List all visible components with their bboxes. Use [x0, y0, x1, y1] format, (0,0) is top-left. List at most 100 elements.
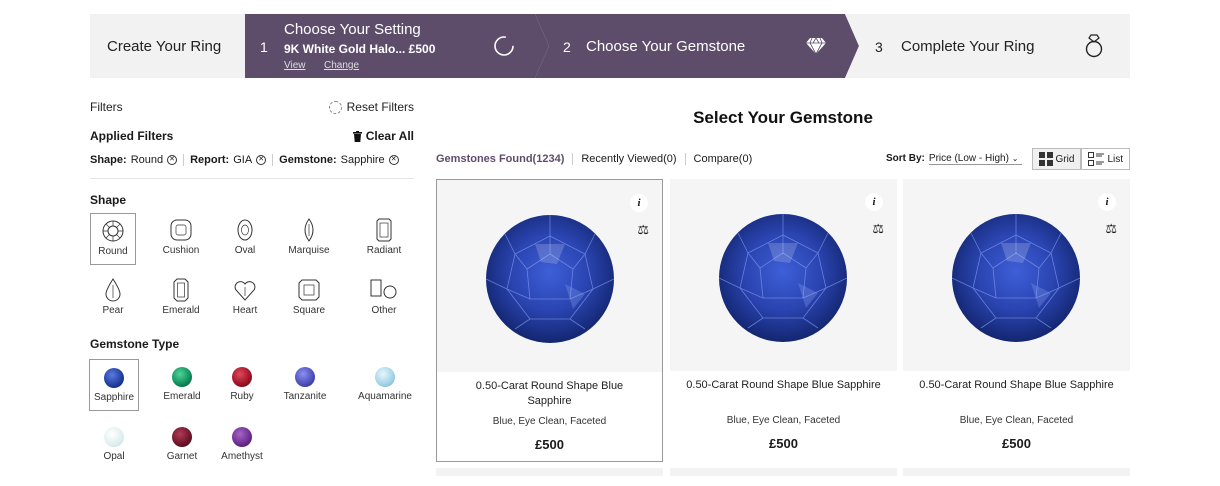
- step-title: Complete Your Ring: [901, 38, 1035, 55]
- gemstone-type-options: Sapphire Emerald Ruby Tanzanite Aquamari…: [89, 359, 416, 479]
- step-title: Choose Your Setting: [284, 21, 421, 38]
- remove-chip-icon[interactable]: ✕: [256, 155, 267, 165]
- shape-option-square[interactable]: Square: [286, 273, 332, 325]
- shape-option-marquise[interactable]: Marquise: [286, 213, 332, 265]
- reset-icon: [328, 100, 342, 114]
- cushion-shape-icon: [170, 219, 192, 241]
- tab-recently-viewed[interactable]: Recently Viewed(0): [572, 153, 684, 165]
- gemstone-title: 0.50-Carat Round Shape Blue Sapphire: [686, 379, 881, 391]
- results-tabs: Gemstones Found(1234) Recently Viewed(0)…: [436, 153, 760, 165]
- gem-label: Garnet: [166, 451, 198, 462]
- sort-label: Sort By:: [886, 153, 925, 164]
- sapphire-gem-image: [951, 214, 1081, 342]
- gem-option-tanzanite[interactable]: Tanzanite: [279, 359, 331, 411]
- step-choose-setting[interactable]: 1 Choose Your Setting 9K White Gold Halo…: [245, 14, 549, 78]
- step-number: 1: [260, 39, 268, 55]
- shape-label: Other: [371, 305, 397, 316]
- filter-chip-report: Report: GIA ✕: [190, 154, 274, 166]
- gemstone-description: Blue, Eye Clean, Faceted: [492, 416, 607, 427]
- list-view-button[interactable]: List: [1081, 148, 1130, 170]
- step-create-ring: Create Your Ring: [90, 14, 245, 78]
- amethyst-swatch-icon: [232, 427, 252, 447]
- step-create-label: Create Your Ring: [107, 37, 222, 55]
- clear-all-button[interactable]: Clear All: [352, 129, 414, 143]
- shape-option-pear[interactable]: Pear: [90, 273, 136, 325]
- gemstone-image-area: i ⚖: [903, 179, 1130, 371]
- tab-gemstones-found[interactable]: Gemstones Found(1234): [436, 153, 572, 165]
- oval-shape-icon: [237, 219, 253, 241]
- info-icon[interactable]: i: [1098, 193, 1116, 211]
- ring-icon: [1085, 34, 1103, 58]
- opal-swatch-icon: [104, 427, 124, 447]
- next-row-card-peek: [903, 468, 1130, 476]
- step-number: 3: [875, 39, 883, 55]
- gemstone-title: 0.50-Carat Round Shape Blue Sapphire: [475, 380, 624, 407]
- gemstone-price: £500: [1002, 436, 1031, 451]
- shape-option-radiant[interactable]: Radiant: [361, 213, 407, 265]
- sapphire-swatch-icon: [104, 368, 124, 388]
- shape-label: Emerald: [162, 305, 200, 316]
- step-complete-ring[interactable]: 3 Complete Your Ring: [845, 14, 1130, 78]
- gem-option-sapphire[interactable]: Sapphire: [89, 359, 139, 411]
- change-setting-link[interactable]: Change: [324, 60, 359, 71]
- gem-label: Ruby: [230, 391, 254, 402]
- gemstone-description: Blue, Eye Clean, Faceted: [726, 415, 841, 426]
- pear-shape-icon: [105, 278, 121, 302]
- shape-option-heart[interactable]: Heart: [222, 273, 268, 325]
- grid-icon: [1038, 152, 1053, 166]
- chip-key: Report:: [190, 154, 230, 166]
- gem-option-garnet[interactable]: Garnet: [157, 419, 207, 471]
- compare-scale-icon[interactable]: ⚖: [872, 221, 884, 237]
- gemstone-image-area: i ⚖: [670, 179, 897, 371]
- shape-option-round[interactable]: Round: [90, 213, 136, 265]
- list-label: List: [1107, 153, 1123, 165]
- compare-scale-icon[interactable]: ⚖: [637, 222, 649, 238]
- shape-label: Round: [98, 246, 128, 257]
- gem-option-opal[interactable]: Opal: [89, 419, 139, 471]
- gem-label: Amethyst: [221, 451, 263, 462]
- gem-option-ruby[interactable]: Ruby: [217, 359, 267, 411]
- shape-option-cushion[interactable]: Cushion: [158, 213, 204, 265]
- shape-option-other[interactable]: Other: [361, 273, 407, 325]
- gemstone-card[interactable]: i ⚖ 0.50-Carat Round Shape Blue Sapphire…: [436, 179, 663, 462]
- chevron-down-icon: ⌄: [1011, 154, 1019, 163]
- chip-value: GIA: [233, 154, 253, 166]
- info-icon[interactable]: i: [865, 193, 883, 211]
- ring-setting-icon: [494, 36, 514, 56]
- heart-shape-icon: [234, 281, 256, 301]
- gem-option-aquamarine[interactable]: Aquamarine: [354, 359, 416, 411]
- tanzanite-swatch-icon: [295, 367, 315, 387]
- reset-filters-button[interactable]: Reset Filters: [328, 100, 414, 114]
- shape-label: Heart: [232, 305, 258, 316]
- aquamarine-swatch-icon: [375, 367, 395, 387]
- diamond-icon: [806, 37, 826, 55]
- filters-label: Filters: [90, 100, 123, 114]
- info-icon[interactable]: i: [630, 194, 648, 212]
- grid-view-button[interactable]: Grid: [1031, 148, 1082, 170]
- chip-key: Gemstone:: [279, 154, 337, 166]
- gem-option-amethyst[interactable]: Amethyst: [217, 419, 267, 471]
- trash-icon: [352, 130, 362, 142]
- clear-all-label: Clear All: [365, 129, 414, 143]
- tab-compare[interactable]: Compare(0): [684, 153, 761, 165]
- remove-chip-icon[interactable]: ✕: [167, 155, 178, 165]
- gem-label: Opal: [103, 451, 125, 462]
- sort-control: Sort By: Price (Low - High) ⌄: [886, 153, 1023, 165]
- view-setting-link[interactable]: View: [284, 60, 306, 71]
- remove-chip-icon[interactable]: ✕: [388, 155, 399, 165]
- step-title: Choose Your Gemstone: [586, 38, 746, 55]
- gem-option-emerald[interactable]: Emerald: [157, 359, 207, 411]
- shape-option-oval[interactable]: Oval: [222, 213, 268, 265]
- gemstone-card[interactable]: i ⚖ 0.50-Carat Round Shape Blue Sapphire…: [903, 179, 1130, 462]
- step-number: 2: [563, 39, 571, 55]
- step-selection: 9K White Gold Halo... £500: [284, 42, 436, 56]
- sort-select[interactable]: Price (Low - High) ⌄: [928, 153, 1023, 165]
- gemstone-price: £500: [535, 437, 564, 452]
- gemstone-card[interactable]: i ⚖ 0.50-Carat Round Shape Blue Sapphire…: [670, 179, 897, 462]
- compare-scale-icon[interactable]: ⚖: [1105, 221, 1117, 237]
- step-choose-gemstone[interactable]: 2 Choose Your Gemstone: [535, 14, 859, 78]
- emerald-swatch-icon: [172, 367, 192, 387]
- gem-label: Aquamarine: [358, 391, 412, 402]
- shape-option-emerald[interactable]: Emerald: [158, 273, 204, 325]
- grid-label: Grid: [1055, 153, 1075, 165]
